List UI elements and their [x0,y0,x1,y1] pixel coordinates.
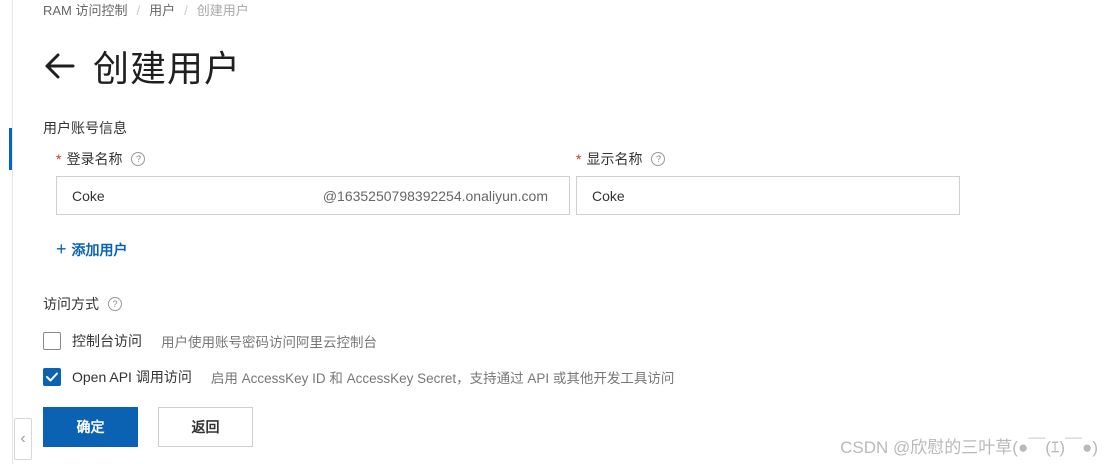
console-access-label[interactable]: 控制台访问 [72,331,142,351]
api-access-label[interactable]: Open API 调用访问 [72,367,192,387]
breadcrumb-users[interactable]: 用户 [149,3,175,18]
breadcrumb: RAM 访问控制 / 用户 / 创建用户 [43,0,249,19]
question-circle-icon[interactable]: ? [651,152,666,166]
login-name-label: * 登录名称 ? [56,149,146,169]
login-name-input[interactable]: Coke @1635250798392254.onaliyun.com [56,176,570,215]
access-method-label-text: 访问方式 [43,296,99,312]
add-user-label: 添加用户 [71,241,128,258]
display-name-value[interactable]: Coke [577,188,959,204]
api-access-option[interactable]: Open API 调用访问 启用 AccessKey ID 和 AccessKe… [43,367,674,387]
add-user-button[interactable]: + 添加用户 [56,239,128,260]
required-mark: * [576,151,582,167]
breadcrumb-separator: / [136,3,141,18]
display-name-label-text: 显示名称 [586,151,643,167]
breadcrumb-current: 创建用户 [196,3,249,18]
api-access-checkbox[interactable] [43,368,61,386]
breadcrumb-ram[interactable]: RAM 访问控制 [43,3,128,18]
console-access-checkbox[interactable] [43,332,61,350]
console-access-option[interactable]: 控制台访问 用户使用账号密码访问阿里云控制台 [43,331,377,351]
arrow-left-icon[interactable] [43,50,75,82]
user-account-section-label: 用户账号信息 [43,120,127,136]
question-circle-icon[interactable]: ? [108,297,122,311]
left-nav-active-marker [9,128,12,170]
back-button[interactable]: 返回 [158,407,253,447]
csdn-watermark: CSDN @欣慰的三叶草(●￣(ｴ)￣●) [840,438,1098,457]
console-access-description: 用户使用账号密码访问阿里云控制台 [161,335,377,350]
display-name-input[interactable]: Coke [576,176,960,215]
page-header: 创建用户 [43,40,241,92]
page-title: 创建用户 [93,48,242,89]
api-access-description: 启用 AccessKey ID 和 AccessKey Secret，支持通过 … [210,371,675,386]
login-name-value[interactable]: Coke [57,188,323,204]
breadcrumb-separator: / [184,3,188,18]
check-icon [46,372,58,382]
collapse-sidebar-button[interactable]: ‹ [14,418,32,460]
required-mark: * [56,151,62,167]
display-name-label: * 显示名称 ? [576,149,666,169]
login-name-label-text: 登录名称 [66,151,123,167]
login-name-domain-suffix: @1635250798392254.onaliyun.com [322,187,548,204]
question-circle-icon[interactable]: ? [131,152,146,166]
chevron-left-icon: ‹ [20,430,26,447]
confirm-button[interactable]: 确定 [43,407,138,447]
plus-icon: + [56,239,67,259]
access-method-label: 访问方式 ? [43,294,122,314]
left-nav-rail [0,0,13,464]
